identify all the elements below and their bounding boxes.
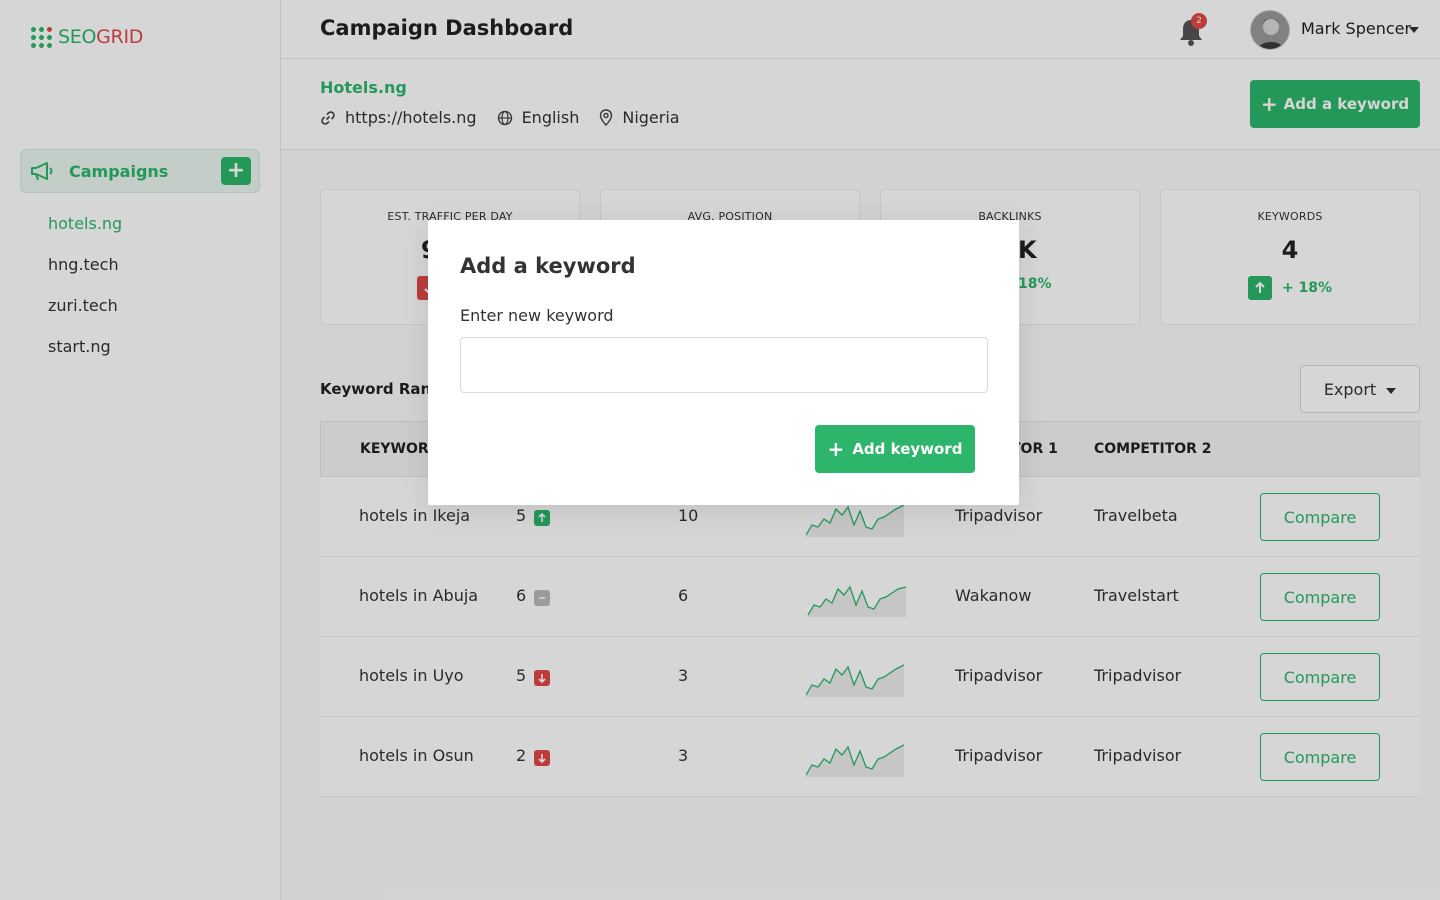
modal-title: Add a keyword xyxy=(460,254,636,278)
plus-icon: + xyxy=(827,437,845,461)
add-keyword-modal: Add a keyword Enter new keyword + Add ke… xyxy=(428,220,1019,505)
keyword-input[interactable] xyxy=(460,337,988,393)
add-keyword-submit-button[interactable]: + Add keyword xyxy=(815,425,975,473)
add-keyword-submit-label: Add keyword xyxy=(852,440,963,458)
keyword-input-label: Enter new keyword xyxy=(460,306,614,325)
